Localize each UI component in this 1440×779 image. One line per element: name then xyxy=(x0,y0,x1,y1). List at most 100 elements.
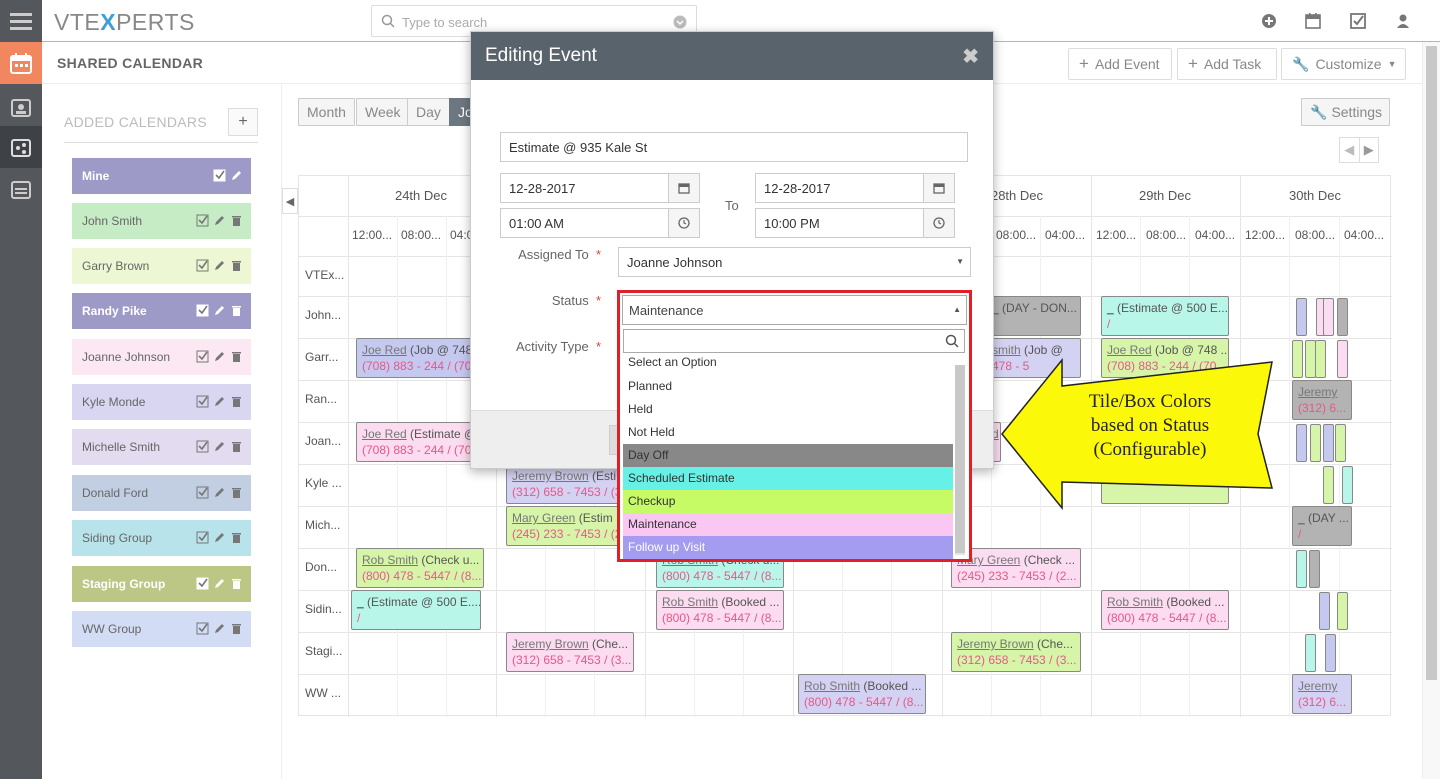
event-tile-compact[interactable] xyxy=(1292,340,1303,378)
event-contact[interactable]: _ xyxy=(357,595,364,609)
contacts-calendar-icon[interactable] xyxy=(0,86,42,128)
add-calendar-button[interactable]: + xyxy=(228,108,258,136)
trash-icon[interactable] xyxy=(230,214,243,227)
event-tile-compact[interactable] xyxy=(1323,298,1334,336)
edit-icon[interactable] xyxy=(213,622,226,635)
event-tile-compact[interactable] xyxy=(1342,466,1353,504)
calendar-item[interactable]: Garry Brown xyxy=(72,248,251,284)
calendar-item[interactable]: Joanne Johnson xyxy=(72,339,251,375)
clock-icon[interactable] xyxy=(923,208,955,238)
status-option[interactable]: Not Held xyxy=(623,421,953,444)
calendar-item[interactable]: Donald Ford xyxy=(72,475,251,511)
edit-icon[interactable] xyxy=(213,395,226,408)
dropdown-scroll-thumb[interactable] xyxy=(955,365,965,553)
event-tile[interactable]: Rob Smith (Check u... (800) 478 - 5447 / … xyxy=(356,548,484,588)
event-tile[interactable]: Jeremy Brown (Che... (312) 658 - 7453 / (… xyxy=(506,632,634,672)
calendar-icon[interactable] xyxy=(668,173,700,203)
checkbox-icon[interactable] xyxy=(196,259,209,272)
clock-icon[interactable] xyxy=(668,208,700,238)
calendar-item[interactable]: WW Group xyxy=(72,611,251,647)
next-icon[interactable]: ▶ xyxy=(1360,138,1379,162)
event-tile-compact[interactable] xyxy=(1309,550,1320,588)
event-tile[interactable]: _ (Estimate @ 500 E.... / xyxy=(351,590,481,630)
event-contact[interactable]: _ xyxy=(1298,511,1305,525)
collapse-icon[interactable]: ◀ xyxy=(282,188,298,214)
list-calendar-icon[interactable] xyxy=(0,168,42,210)
calendar-icon[interactable] xyxy=(923,173,955,203)
calendar-item[interactable]: Michelle Smith xyxy=(72,429,251,465)
shared-calendar-icon[interactable] xyxy=(0,126,42,168)
checkbox-icon[interactable] xyxy=(196,531,209,544)
status-option[interactable]: Scheduled Estimate xyxy=(623,467,953,490)
assigned-to-select[interactable]: Joanne Johnson ▼ xyxy=(618,247,971,277)
event-tile[interactable]: Joe Red (Job @ 748 (708) 883 - 244 / (70 xyxy=(356,338,476,378)
checkbox-icon[interactable] xyxy=(196,440,209,453)
start-date-field[interactable]: 12-28-2017 xyxy=(500,173,669,203)
event-tile[interactable]: _ (DAY ... / xyxy=(1292,506,1352,546)
event-tile[interactable]: Jeremy (312) 6... xyxy=(1292,380,1352,420)
event-tile-compact[interactable] xyxy=(1323,424,1334,462)
event-tile-compact[interactable] xyxy=(1335,424,1346,462)
end-date-field[interactable]: 12-28-2017 xyxy=(755,173,924,203)
status-search-input[interactable] xyxy=(623,329,965,353)
start-time-field[interactable]: 01:00 AM xyxy=(500,208,669,238)
status-select[interactable]: Maintenance ▲ xyxy=(622,295,967,325)
add-task-button[interactable]: + Add Task xyxy=(1177,48,1277,80)
status-option[interactable]: Day Off xyxy=(623,444,953,467)
event-tile-compact[interactable] xyxy=(1323,466,1334,504)
calendar-icon[interactable] xyxy=(1304,12,1322,30)
edit-icon[interactable] xyxy=(230,169,243,182)
event-tile-compact[interactable] xyxy=(1337,592,1348,630)
event-contact[interactable]: Jeremy Brown xyxy=(512,469,589,483)
prev-icon[interactable]: ◀ xyxy=(1340,138,1360,162)
event-contact[interactable]: Rob Smith xyxy=(804,679,860,693)
status-option[interactable]: Held xyxy=(623,398,953,421)
trash-icon[interactable] xyxy=(230,440,243,453)
event-contact[interactable]: Joe Red xyxy=(1107,343,1152,357)
event-tile[interactable]: Joe Red (Estimate @ (708) 883 - 244 / (70 xyxy=(356,422,476,462)
trash-icon[interactable] xyxy=(230,395,243,408)
calendar-item[interactable]: Mine xyxy=(72,158,251,194)
status-option[interactable]: Planned xyxy=(623,375,953,398)
calendar-item[interactable]: Staging Group xyxy=(72,566,251,602)
event-contact[interactable]: smith xyxy=(992,343,1021,357)
event-contact[interactable]: Jeremy xyxy=(1298,385,1337,399)
subject-field[interactable]: Estimate @ 935 Kale St xyxy=(500,132,968,162)
status-option[interactable]: Maintenance xyxy=(623,513,953,536)
trash-icon[interactable] xyxy=(230,259,243,272)
status-option[interactable]: Checkup xyxy=(623,490,953,513)
calendar-module-icon[interactable] xyxy=(0,42,42,84)
trash-icon[interactable] xyxy=(230,486,243,499)
edit-icon[interactable] xyxy=(213,350,226,363)
event-tile[interactable]: Mary Green (Estim (245) 233 - 7453 / (2 xyxy=(506,506,634,546)
edit-icon[interactable] xyxy=(213,486,226,499)
menu-icon[interactable] xyxy=(0,0,42,42)
customize-button[interactable]: 🔧 Customize ▼ xyxy=(1281,48,1406,80)
event-contact[interactable]: Mary Green xyxy=(512,511,575,525)
trash-icon[interactable] xyxy=(230,622,243,635)
calendar-item[interactable]: Kyle Monde xyxy=(72,384,251,420)
event-contact[interactable]: Rob Smith xyxy=(1107,595,1163,609)
view-week-button[interactable]: Week xyxy=(356,98,410,126)
trash-icon[interactable] xyxy=(230,350,243,363)
trash-icon[interactable] xyxy=(230,577,243,590)
event-contact[interactable]: Joe Red xyxy=(362,427,407,441)
event-contact[interactable]: Rob Smith xyxy=(362,553,418,567)
page-scroll-thumb[interactable] xyxy=(1426,46,1437,680)
checkbox-icon[interactable] xyxy=(196,350,209,363)
close-icon[interactable]: ✖ xyxy=(962,44,979,69)
end-time-field[interactable]: 10:00 PM xyxy=(755,208,924,238)
trash-icon[interactable] xyxy=(230,304,243,317)
event-tile[interactable]: Rob Smith (Booked ... (800) 478 - 5447 / … xyxy=(798,674,926,714)
search-options-icon[interactable] xyxy=(673,15,687,29)
status-option[interactable]: Follow up Visit xyxy=(623,536,953,559)
event-tile[interactable]: Jeremy (312) 6... xyxy=(1292,674,1352,714)
event-tile-compact[interactable] xyxy=(1337,298,1348,336)
settings-button[interactable]: 🔧 Settings xyxy=(1301,98,1390,126)
checkbox-icon[interactable] xyxy=(196,486,209,499)
edit-icon[interactable] xyxy=(213,304,226,317)
edit-icon[interactable] xyxy=(213,259,226,272)
event-tile[interactable]: Jeremy Brown (Esti (312) 658 - 7453 / (3 xyxy=(506,464,634,504)
event-tile-compact[interactable] xyxy=(1305,634,1316,672)
event-contact[interactable]: Rob Smith xyxy=(662,595,718,609)
